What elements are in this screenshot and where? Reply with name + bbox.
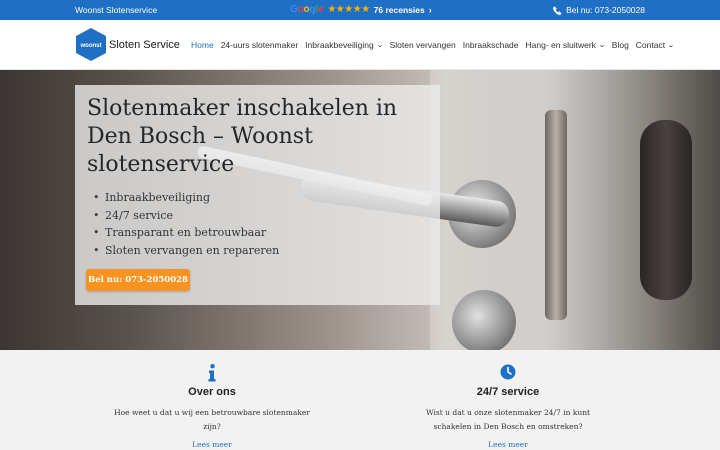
logo-badge-text: woonst <box>80 43 102 49</box>
hero-bg-object <box>640 120 692 300</box>
logo-hexagon-icon: woonst <box>75 28 107 61</box>
chevron-down-icon: ⌄ <box>667 42 675 49</box>
feature-24-7-service: 24/7 service Wist u dat u onze slotenmak… <box>408 350 608 449</box>
clock-icon <box>408 364 608 382</box>
nav-item-hang-en-sluitwerk[interactable]: Hang- en sluitwerk ⌄ <box>526 40 606 50</box>
call-now-button[interactable]: Bel nu: 073-2050028 <box>86 269 190 291</box>
feature-title: Over ons <box>188 386 236 398</box>
hero-panel: Slotenmaker inschakelen in Den Bosch – W… <box>75 85 440 305</box>
nav-item-home[interactable]: Home <box>191 40 214 50</box>
google-logo: Google <box>290 4 324 15</box>
chevron-right-icon: › <box>428 4 432 15</box>
top-bar: Woonst Slotenservice Google ★★★★★ 76 rec… <box>0 0 720 20</box>
door-cylinder-rose <box>452 290 516 350</box>
main-navigation: Home 24-uurs slotenmaker Inbraakbeveilig… <box>191 40 675 50</box>
site-logo[interactable]: woonst Sloten Service <box>75 28 180 61</box>
list-item: Inbraakbeveiliging <box>93 189 279 207</box>
nav-item-24-uurs-slotenmaker[interactable]: 24-uurs slotenmaker <box>221 40 298 50</box>
nav-item-sloten-vervangen[interactable]: Sloten vervangen <box>390 40 456 50</box>
nav-item-blog[interactable]: Blog <box>612 40 629 50</box>
feature-over-ons: Over ons Hoe weet u dat u wij een betrou… <box>112 350 312 449</box>
list-item: Transparant en betrouwbaar <box>93 224 279 242</box>
phone-number: Bel nu: 073-2050028 <box>566 5 645 15</box>
hero-section: Slotenmaker inschakelen in Den Bosch – W… <box>0 70 720 350</box>
feature-description: Wist u dat u onze slotenmaker 24/7 in ku… <box>425 408 591 431</box>
nav-item-contact[interactable]: Contact ⌄ <box>636 40 675 50</box>
door-lock-plate <box>545 110 567 320</box>
read-more-link[interactable]: Lees meer <box>112 440 312 449</box>
hero-bullet-list: Inbraakbeveiliging 24/7 service Transpar… <box>93 189 279 260</box>
feature-title: 24/7 service <box>476 386 540 398</box>
topbar-phone-link[interactable]: Bel nu: 073-2050028 <box>553 5 645 15</box>
info-icon <box>112 364 312 382</box>
reviews-count: 76 recensies <box>373 4 425 15</box>
rating-stars-icon: ★★★★★ <box>327 4 370 15</box>
company-name: Woonst Slotenservice <box>75 5 158 15</box>
hero-title: Slotenmaker inschakelen in Den Bosch – W… <box>87 96 398 177</box>
list-item: Sloten vervangen en repareren <box>93 242 279 260</box>
chevron-down-icon: ⌄ <box>375 42 384 49</box>
features-section: Over ons Hoe weet u dat u wij een betrou… <box>0 350 720 450</box>
site-header: woonst Sloten Service Home 24-uurs slote… <box>0 20 720 70</box>
feature-description: Hoe weet u dat u wij een betrouwbare slo… <box>114 408 310 431</box>
google-reviews-widget[interactable]: Google ★★★★★ 76 recensies › <box>290 4 432 15</box>
chevron-down-icon: ⌄ <box>598 42 606 49</box>
nav-item-inbraakbeveiliging[interactable]: Inbraakbeveiliging ⌄ <box>305 40 384 50</box>
list-item: 24/7 service <box>93 207 279 225</box>
nav-item-inbraakschade[interactable]: Inbraakschade <box>463 40 519 50</box>
logo-text: Sloten Service <box>109 38 180 51</box>
phone-icon <box>553 5 562 15</box>
read-more-link[interactable]: Lees meer <box>408 440 608 449</box>
